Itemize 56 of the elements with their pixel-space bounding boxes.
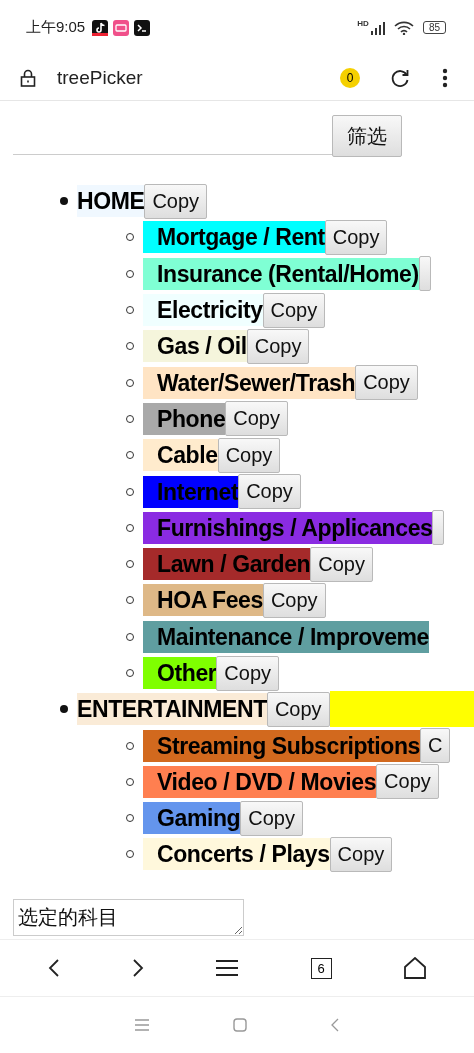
category-label[interactable]: Phone: [143, 402, 226, 435]
notification-badge[interactable]: 0: [340, 67, 360, 88]
terminal-icon: [134, 19, 151, 36]
signal-icon: [370, 20, 385, 35]
category-label[interactable]: Other: [143, 657, 217, 689]
forward-icon[interactable]: [132, 958, 145, 978]
category-label[interactable]: Video / DVD / Movies: [143, 765, 377, 798]
copy-button[interactable]: Copy: [240, 800, 303, 836]
category-label[interactable]: Electricity: [143, 294, 263, 327]
copy-button[interactable]: Copy: [262, 582, 326, 618]
copy-button[interactable]: Copy: [355, 365, 418, 401]
category-label[interactable]: Concerts / Plays: [143, 838, 330, 871]
app-icon: [113, 19, 130, 36]
copy-button[interactable]: Copy: [238, 474, 301, 509]
page-title: treePicker: [57, 66, 143, 89]
category-label[interactable]: Insurance (Rental/Home): [143, 257, 419, 290]
home-button-icon[interactable]: [233, 1018, 247, 1032]
category-label[interactable]: Gas / Oil: [143, 330, 247, 363]
copy-button[interactable]: Copy: [225, 401, 288, 437]
home-icon[interactable]: [403, 957, 426, 979]
battery-indicator: 85: [422, 21, 446, 34]
copy-button[interactable]: C: [420, 728, 451, 764]
copy-button[interactable]: Copy: [144, 183, 208, 219]
reload-icon[interactable]: [390, 67, 410, 88]
selection-field[interactable]: 选定的科目: [13, 898, 244, 936]
copy-button[interactable]: Copy: [216, 655, 280, 691]
status-time: 上午9:05: [26, 18, 86, 37]
category-label[interactable]: Streaming Subscriptions: [143, 729, 420, 762]
network-label: HD: [357, 19, 369, 28]
copy-button[interactable]: Copy: [329, 837, 393, 872]
menu-icon[interactable]: [216, 959, 239, 977]
copy-button[interactable]: Copy: [310, 546, 373, 582]
category-label[interactable]: Water/Sewer/Trash: [143, 366, 356, 399]
tab-count-button[interactable]: 6: [310, 957, 332, 979]
category-label[interactable]: Mortgage / Rent: [143, 221, 325, 254]
wifi-icon: [393, 20, 414, 35]
menu-icon[interactable]: [442, 67, 448, 88]
copy-button[interactable]: Copy: [266, 691, 330, 727]
category-label[interactable]: HOA Fees: [143, 584, 263, 617]
copy-button[interactable]: Copy: [246, 328, 310, 364]
category-label[interactable]: HOME: [77, 185, 145, 218]
bullet-icon: [60, 705, 68, 714]
category-label[interactable]: Gaming: [143, 802, 241, 835]
back-icon[interactable]: [48, 958, 61, 978]
category-label[interactable]: ENTERTAINMENT: [77, 693, 267, 726]
copy-button[interactable]: Copy: [262, 292, 326, 328]
bullet-icon: [60, 197, 68, 206]
copy-button[interactable]: Copy: [324, 219, 388, 255]
category-label[interactable]: Furnishings / Applicances: [143, 511, 433, 544]
music-note-icon: [92, 19, 109, 36]
category-label[interactable]: Maintenance / Improveme: [143, 620, 429, 653]
category-label[interactable]: Cable: [143, 439, 218, 472]
filter-button[interactable]: 筛选: [332, 115, 402, 157]
copy-button[interactable]: Copy: [376, 764, 439, 800]
copy-button[interactable]: Copy: [217, 437, 281, 473]
lock-icon: [20, 68, 36, 87]
